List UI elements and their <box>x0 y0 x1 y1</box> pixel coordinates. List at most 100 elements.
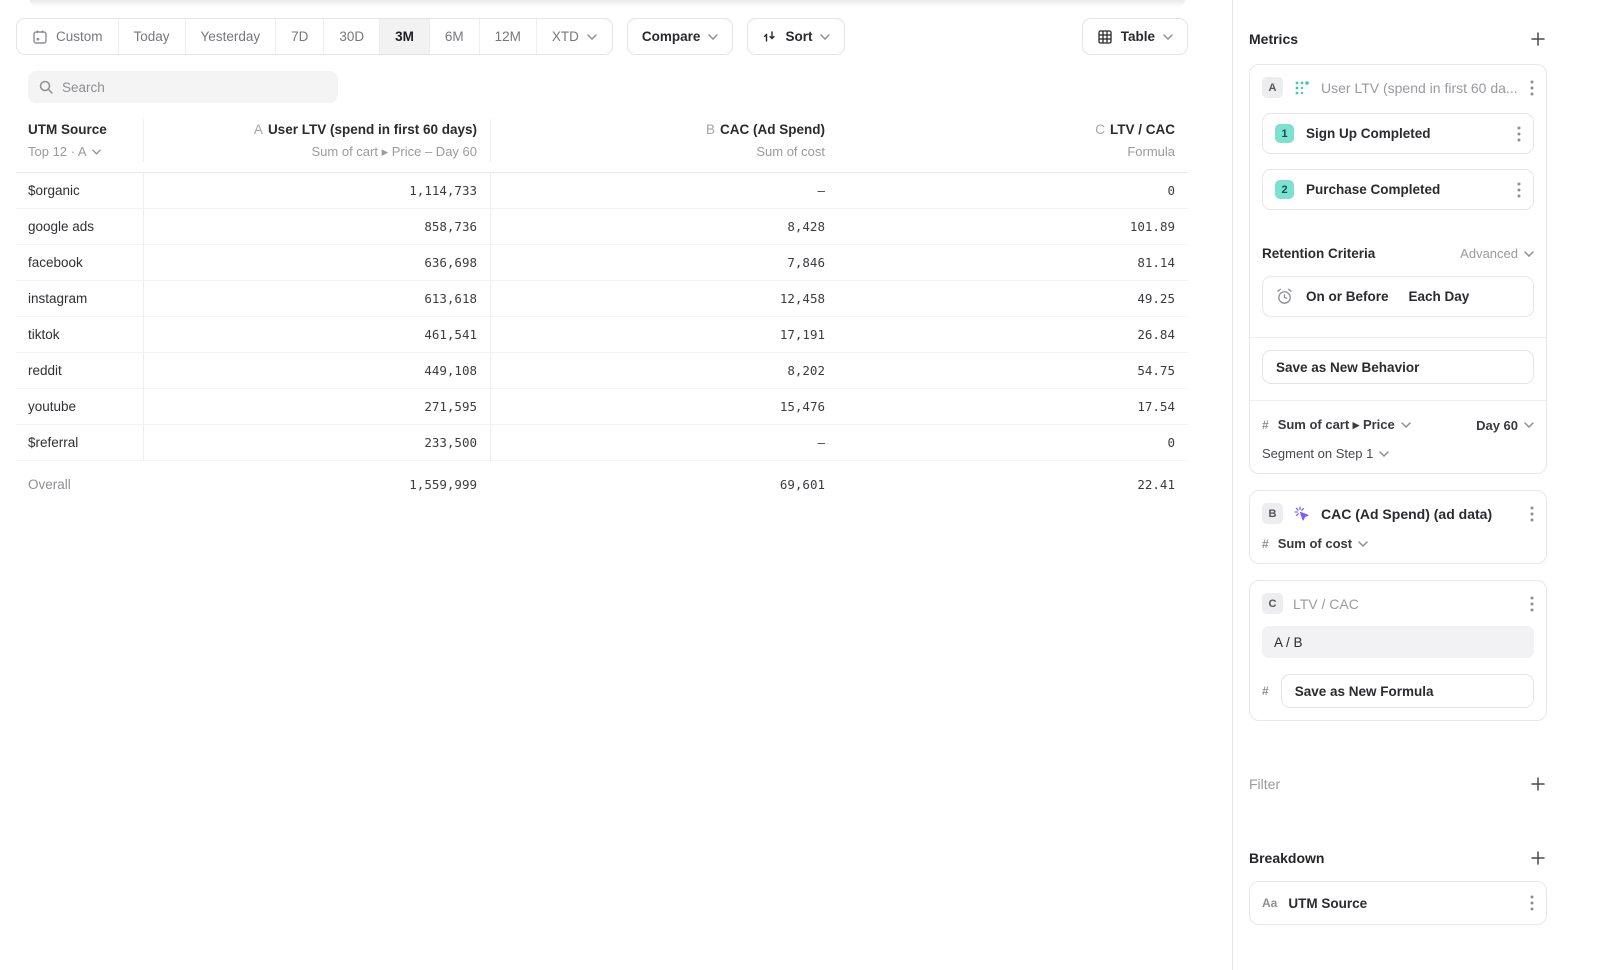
compare-label: Compare <box>642 29 701 44</box>
divider <box>1250 337 1546 338</box>
range-label: 6M <box>445 29 464 44</box>
table-header: UTM Source Top 12 · A AUser LTV (spend i… <box>16 111 1188 173</box>
funnel-step-2[interactable]: 2 Purchase Completed <box>1262 169 1534 210</box>
add-breakdown-button[interactable] <box>1529 849 1547 867</box>
kebab-menu-icon[interactable] <box>1517 126 1521 142</box>
range-7d-button[interactable]: 7D <box>276 19 324 54</box>
step-number-badge: 1 <box>1275 124 1294 143</box>
cell-value: 613,618 <box>143 281 490 316</box>
breakdown-label: UTM Source <box>1288 896 1367 911</box>
retention-criteria-row[interactable]: On or Before Each Day <box>1262 276 1534 317</box>
metric-title[interactable]: User LTV (spend in first 60 da... <box>1321 80 1520 96</box>
chevron-down-icon <box>1379 451 1389 457</box>
cell-value: 17,191 <box>490 317 838 352</box>
metric-title[interactable]: LTV / CAC <box>1293 596 1520 612</box>
cell-value: – <box>490 173 838 208</box>
table-row: reddit 449,108 8,202 54.75 <box>16 353 1188 389</box>
kebab-menu-icon[interactable] <box>1530 596 1534 612</box>
table-row: google ads 858,736 8,428 101.89 <box>16 209 1188 245</box>
kebab-menu-icon[interactable] <box>1530 506 1534 522</box>
column-header-a[interactable]: AUser LTV (spend in first 60 days) Sum o… <box>143 119 490 162</box>
cell-value: 54.75 <box>838 353 1188 388</box>
row-label: instagram <box>16 281 143 316</box>
column-header-b[interactable]: BCAC (Ad Spend) Sum of cost <box>490 119 838 162</box>
range-custom-button[interactable]: Custom <box>17 19 119 54</box>
range-label: 7D <box>291 29 308 44</box>
cell-value: 15,476 <box>490 389 838 424</box>
chevron-down-icon <box>1358 541 1368 547</box>
report-main: Custom Today Yesterday 7D 30D 3M 6M 12M … <box>0 0 1232 970</box>
cell-value: 49.25 <box>838 281 1188 316</box>
chevron-down-icon <box>708 34 718 40</box>
calendar-icon <box>32 29 48 45</box>
view-type-label: Table <box>1121 29 1155 44</box>
criteria-unit-select[interactable]: Each Day <box>1409 289 1470 304</box>
metric-title[interactable]: CAC (Ad Spend) (ad data) <box>1321 506 1520 522</box>
cell-value: – <box>490 425 838 460</box>
segment-dropdown[interactable]: Segment on Step 1 <box>1262 446 1389 461</box>
date-range-segmented-control: Custom Today Yesterday 7D 30D 3M 6M 12M … <box>16 18 613 55</box>
save-as-new-behavior-button[interactable]: Save as New Behavior <box>1262 350 1534 384</box>
range-3m-button[interactable]: 3M <box>380 19 430 54</box>
table-row: instagram 613,618 12,458 49.25 <box>16 281 1188 317</box>
cell-value: 8,202 <box>490 353 838 388</box>
metric-c-card: C LTV / CAC A / B # Save as New Formula <box>1249 580 1547 721</box>
measure-dropdown[interactable]: Sum of cart ▸ Price <box>1278 417 1411 433</box>
toolbar: Custom Today Yesterday 7D 30D 3M 6M 12M … <box>16 18 1188 55</box>
kebab-menu-icon[interactable] <box>1530 895 1534 911</box>
kebab-menu-icon[interactable] <box>1517 182 1521 198</box>
range-xtd-dropdown[interactable]: XTD <box>537 19 612 54</box>
row-label: reddit <box>16 353 143 388</box>
range-yesterday-button[interactable]: Yesterday <box>186 19 277 54</box>
metric-b-card: B CAC (Ad Spend) (ad data) # Sum of cost <box>1249 490 1547 564</box>
table-row: youtube 271,595 15,476 17.54 <box>16 389 1188 425</box>
sort-button[interactable]: Sort <box>747 18 845 55</box>
breakdown-section-title: Breakdown <box>1249 850 1324 866</box>
kebab-menu-icon[interactable] <box>1530 80 1534 96</box>
cell-value: 17.54 <box>838 389 1188 424</box>
save-formula-label: Save as New Formula <box>1295 684 1434 699</box>
add-filter-button[interactable] <box>1529 775 1547 793</box>
funnel-step-1[interactable]: 1 Sign Up Completed <box>1262 113 1534 154</box>
table-row: tiktok 461,541 17,191 26.84 <box>16 317 1188 353</box>
range-label: Today <box>134 29 170 44</box>
column-header-c[interactable]: CLTV / CAC Formula <box>838 119 1188 162</box>
measure-window-label: Day 60 <box>1476 418 1518 433</box>
save-as-new-formula-button[interactable]: Save as New Formula <box>1281 674 1534 708</box>
string-property-icon: Aa <box>1262 896 1277 910</box>
compare-button[interactable]: Compare <box>627 18 734 55</box>
cell-value: 636,698 <box>143 245 490 280</box>
column-subtitle: Sum of cost <box>491 141 825 162</box>
chevron-down-icon <box>1401 422 1411 428</box>
overall-value: 22.41 <box>838 461 1188 507</box>
cell-value: 0 <box>838 425 1188 460</box>
row-label: tiktok <box>16 317 143 352</box>
metric-letter: C <box>1095 122 1105 137</box>
metric-letter: A <box>254 122 263 137</box>
formula-input[interactable]: A / B <box>1262 626 1534 658</box>
range-label: 12M <box>495 29 521 44</box>
range-30d-button[interactable]: 30D <box>324 19 380 54</box>
cell-value: 12,458 <box>490 281 838 316</box>
row-label: youtube <box>16 389 143 424</box>
range-12m-button[interactable]: 12M <box>480 19 537 54</box>
range-today-button[interactable]: Today <box>119 19 186 54</box>
view-type-button[interactable]: Table <box>1082 18 1188 55</box>
search-input[interactable] <box>62 80 328 95</box>
cell-value: 271,595 <box>143 389 490 424</box>
overall-value: 69,601 <box>490 461 838 507</box>
behavioral-metric-icon <box>1293 79 1311 97</box>
chevron-down-icon <box>1524 251 1534 257</box>
query-builder-sidebar: Metrics A User LTV (spend in first 60 da… <box>1232 0 1600 970</box>
criteria-when-select[interactable]: On or Before <box>1306 289 1389 304</box>
range-6m-button[interactable]: 6M <box>430 19 480 54</box>
retention-mode-dropdown[interactable]: Advanced <box>1460 246 1534 261</box>
add-metric-button[interactable] <box>1529 30 1547 48</box>
column-header-utm-source[interactable]: UTM Source Top 12 · A <box>16 119 143 162</box>
results-table: UTM Source Top 12 · A AUser LTV (spend i… <box>16 111 1188 507</box>
measure-window-dropdown[interactable]: Day 60 <box>1476 418 1534 433</box>
breakdown-item-utm-source[interactable]: Aa UTM Source <box>1249 881 1547 925</box>
metric-letter: B <box>706 122 715 137</box>
cell-value: 0 <box>838 173 1188 208</box>
measure-dropdown[interactable]: Sum of cost <box>1278 536 1368 551</box>
